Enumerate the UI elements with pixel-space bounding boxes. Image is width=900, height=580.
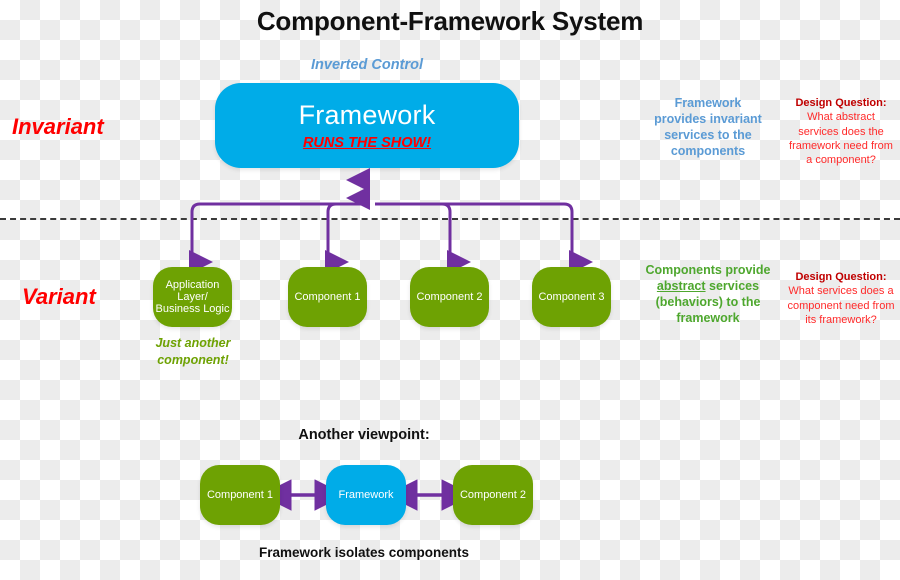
diagram-canvas: Component-Framework System Inverted Cont…	[0, 0, 900, 580]
design-question-1: Design Question: What abstract services …	[786, 96, 896, 167]
design-question-1-body: What abstract services does the framewor…	[789, 111, 893, 167]
just-another-component-note: Just another component!	[155, 336, 231, 367]
viewpoint-component-1-label: Component 1	[206, 488, 274, 501]
component-3-box[interactable]: Component 3	[532, 267, 611, 327]
component-1-box[interactable]: Component 1	[288, 267, 367, 327]
application-layer-line1: Application	[165, 278, 220, 291]
viewpoint-component-1-box[interactable]: Component 1	[200, 465, 280, 525]
variant-label: Variant	[22, 284, 96, 309]
another-viewpoint-heading: Another viewpoint:	[298, 427, 430, 443]
viewpoint-component-2-box[interactable]: Component 2	[453, 465, 533, 525]
note-framework-provides-services: Framework provides invariant services to…	[654, 96, 762, 158]
framework-box[interactable]: Framework RUNS THE SHOW!	[215, 83, 519, 168]
invariant-label: Invariant	[12, 114, 104, 139]
viewpoint-framework-label: Framework	[338, 488, 394, 501]
framework-box-title: Framework	[298, 100, 436, 131]
application-layer-line2: Layer/	[177, 290, 208, 303]
note-components-underlined: abstract	[656, 279, 706, 293]
viewpoint-framework-box[interactable]: Framework	[326, 465, 406, 525]
note-components-pre: Components provide	[645, 263, 771, 277]
design-question-2-body: What services does a component need from…	[787, 285, 895, 326]
framework-box-subtitle: RUNS THE SHOW!	[302, 134, 432, 151]
inverted-control-caption: Inverted Control	[311, 57, 423, 73]
component-1-label: Component 1	[294, 290, 361, 303]
note-components-provide-services: Components provide abstract services (be…	[640, 262, 776, 326]
framework-isolates-caption: Framework isolates components	[258, 545, 470, 560]
viewpoint-component-2-label: Component 2	[459, 488, 527, 501]
component-3-label: Component 3	[538, 290, 605, 303]
page-title: Component-Framework System	[256, 6, 644, 36]
application-layer-line3: Business Logic	[155, 303, 230, 316]
component-2-label: Component 2	[416, 290, 483, 303]
application-layer-box[interactable]: Application Layer/ Business Logic	[153, 267, 232, 327]
invariant-variant-divider	[0, 218, 900, 220]
design-question-1-heading: Design Question:	[795, 97, 887, 109]
design-question-2-heading: Design Question:	[795, 271, 887, 283]
design-question-2: Design Question: What services does a co…	[786, 270, 896, 327]
component-2-box[interactable]: Component 2	[410, 267, 489, 327]
